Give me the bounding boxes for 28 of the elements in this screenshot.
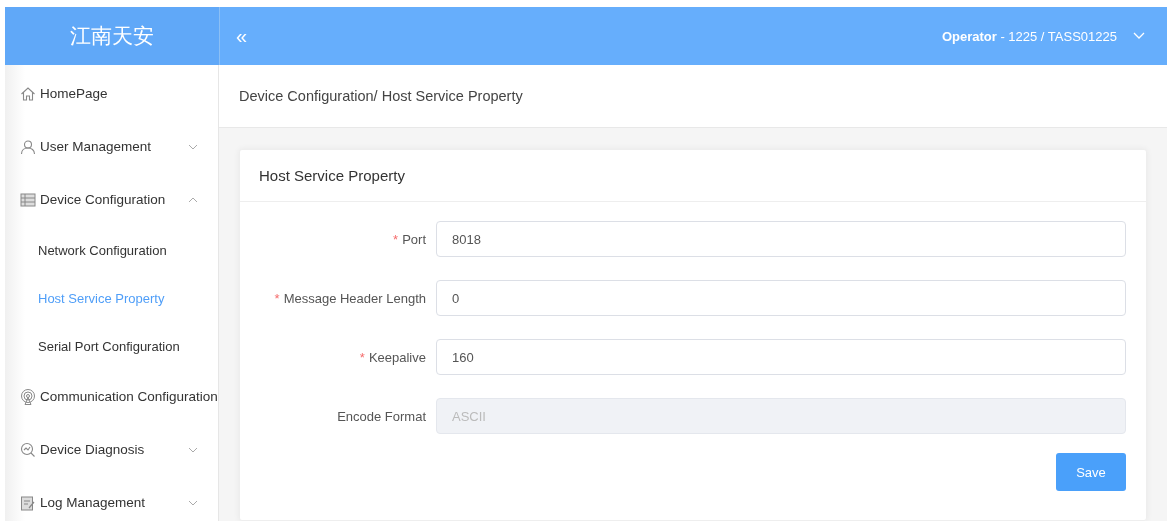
field-label: Port: [402, 231, 426, 247]
grid-icon: [20, 191, 36, 208]
field-label: Message Header Length: [283, 290, 426, 306]
required-mark: *: [359, 349, 365, 365]
logo-text: 江南天安: [70, 23, 154, 50]
home-icon: [20, 85, 36, 102]
sidebar-item[interactable]: HomePage: [5, 67, 218, 120]
field-label: Encode Format: [337, 408, 426, 424]
required-mark: *: [274, 290, 280, 306]
sidebar-subitem[interactable]: Serial Port Configuration: [5, 322, 218, 370]
input-field[interactable]: 8018: [436, 221, 1126, 257]
sidebar-item[interactable]: Device Configuration: [5, 173, 218, 226]
breadcrumb: Device Configuration/ Host Service Property: [239, 88, 523, 104]
card-title: Host Service Property: [259, 167, 405, 184]
sidebar-item[interactable]: Log Management: [5, 476, 218, 521]
edit-note-icon: [20, 494, 36, 511]
field-label: Keepalive: [368, 349, 426, 365]
caret-icon[interactable]: [1133, 32, 1145, 40]
antenna-icon: [20, 388, 36, 405]
search-chart-icon: [20, 441, 36, 458]
sidebar-item[interactable]: User Management: [5, 120, 218, 173]
input-field[interactable]: 0: [436, 280, 1126, 316]
input-field[interactable]: 160: [436, 339, 1126, 375]
sidebar-item[interactable]: Device Diagnosis: [5, 423, 218, 476]
required-mark: *: [393, 231, 399, 247]
user-icon: [20, 138, 36, 155]
sidebar-item[interactable]: Communication Configuration: [5, 370, 218, 423]
sidebar-subitem[interactable]: Network Configuration: [5, 226, 218, 274]
